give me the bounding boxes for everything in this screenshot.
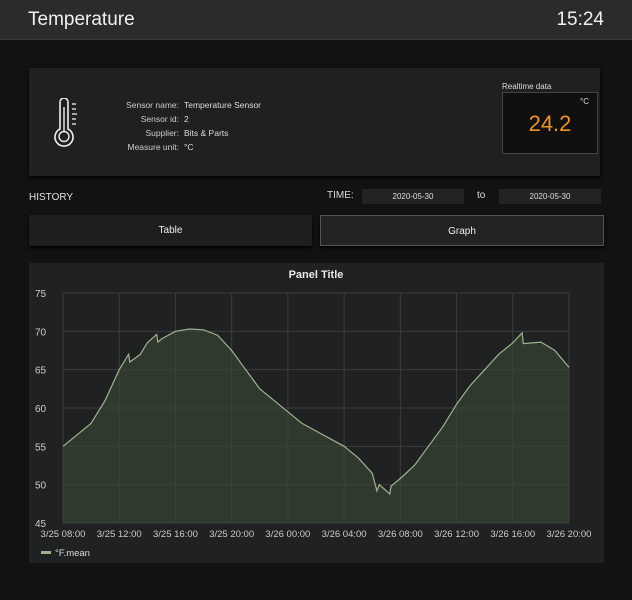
- x-tick-label: 3/26 16:00: [490, 529, 535, 540]
- x-tick-label: 3/26 08:00: [378, 529, 423, 540]
- sensor-details: Sensor name: Temperature Sensor Sensor id…: [89, 98, 261, 154]
- page-title: Temperature: [28, 8, 135, 30]
- history-label: HISTORY: [29, 192, 74, 203]
- y-tick-label: 55: [35, 442, 47, 453]
- x-tick-label: 3/26 04:00: [322, 529, 367, 540]
- to-date-input[interactable]: 2020-05-30: [499, 189, 601, 204]
- tab-graph[interactable]: Graph: [320, 215, 604, 246]
- to-label: to: [477, 190, 486, 201]
- supplier-row: Supplier: Bits & Parts: [89, 126, 261, 140]
- realtime-label: Realtime data: [502, 82, 552, 91]
- label: Measure unit:: [127, 142, 180, 152]
- label: Sensor id:: [140, 114, 179, 124]
- sensor-id-row: Sensor id: 2: [89, 112, 261, 126]
- realtime-unit: °C: [580, 97, 589, 106]
- x-tick-label: 3/26 00:00: [265, 529, 310, 540]
- thermometer-icon: [54, 98, 77, 147]
- y-tick-label: 65: [35, 366, 47, 377]
- measure-unit-row: Measure unit: °C: [89, 140, 261, 154]
- sensor-name-row: Sensor name: Temperature Sensor: [89, 98, 261, 112]
- y-tick-label: 60: [35, 404, 47, 415]
- label: Supplier:: [145, 128, 179, 138]
- value: 2: [184, 114, 189, 124]
- tab-table[interactable]: Table: [29, 215, 312, 246]
- x-tick-label: 3/25 08:00: [41, 529, 86, 540]
- label: Sensor name:: [126, 100, 179, 110]
- sensor-info-panel: Sensor name: Temperature Sensor Sensor id…: [29, 68, 600, 176]
- header: Temperature 15:24: [0, 0, 632, 40]
- legend-swatch: [41, 551, 51, 554]
- graph-panel: Panel Title 75 70 65 60 55 50 45 3/25 08:00 3/25 …: [29, 263, 604, 563]
- x-tick-label: 3/25 16:00: [153, 529, 198, 540]
- value: °C: [184, 142, 194, 152]
- temperature-chart: Panel Title757065605550453/25 08:00 3/25 …: [35, 269, 592, 559]
- chart-title: Panel Title: [289, 269, 344, 281]
- y-tick-label: 50: [35, 481, 47, 492]
- x-tick-label: 3/26 12:00: [434, 529, 479, 540]
- realtime-display: °C 24.2: [502, 92, 598, 154]
- time-label: TIME:: [327, 190, 354, 201]
- clock: 15:24: [556, 8, 604, 30]
- series-area: [63, 329, 569, 523]
- x-tick-label: 3/25 12:00: [97, 529, 142, 540]
- y-tick-label: 70: [35, 327, 47, 338]
- realtime-value: 24.2: [528, 111, 572, 136]
- x-tick-label: 3/25 20:00: [209, 529, 254, 540]
- from-date-input[interactable]: 2020-05-30: [362, 189, 464, 204]
- value: Temperature Sensor: [184, 100, 262, 110]
- value: Bits & Parts: [184, 128, 229, 138]
- y-tick-label: 75: [35, 289, 47, 300]
- legend-label: °F.mean: [55, 548, 90, 559]
- x-tick-label: 3/26 20:00: [547, 529, 592, 540]
